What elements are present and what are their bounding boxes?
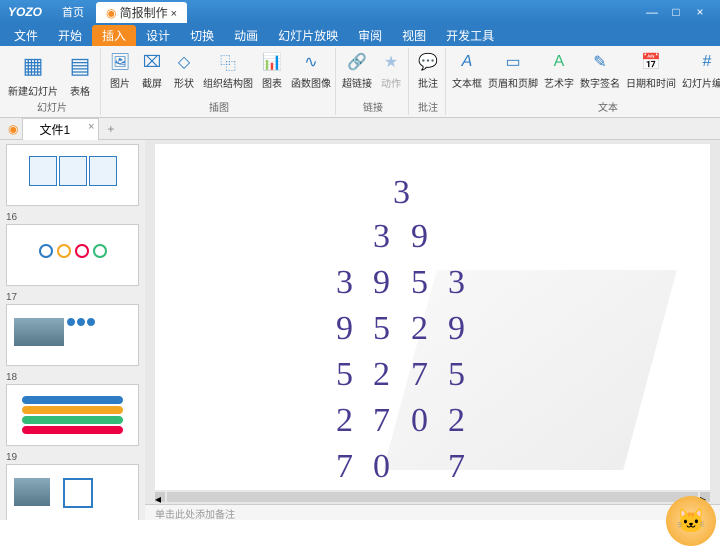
num-col-right: 3 9 5 2 7 0 [448, 260, 465, 490]
slidenum-button[interactable]: #幻灯片编号 [682, 50, 720, 90]
max-button[interactable]: □ [664, 5, 688, 19]
notes-area[interactable]: 单击此处添加备注 [145, 504, 720, 520]
thumb-18[interactable]: 18 [6, 372, 139, 446]
thumb-15[interactable] [6, 144, 139, 206]
menu-file[interactable]: 文件 [4, 25, 48, 46]
table-button[interactable]: ▤表格 [64, 50, 96, 98]
title-tab-doc[interactable]: ◉ 简报制作 × [96, 2, 187, 23]
thumb-17[interactable]: 17 [6, 292, 139, 366]
thumb-19[interactable]: 19 [6, 452, 139, 520]
title-bar: YOZO 首页 ◉ 简报制作 × — □ × [0, 0, 720, 24]
slide-area: 3 3 9 5 2 7 0 3 9 5 2 7 0 9 5 2 7 0 3 9 … [145, 140, 720, 520]
doc-tab[interactable]: 文件1 [22, 118, 99, 140]
thumbnail-panel[interactable]: 16 17 18 19 203 9 3 9 5 3 9 5 2 9 5 2 7 … [0, 140, 145, 520]
menu-transition[interactable]: 切换 [180, 25, 224, 46]
ribbon-group-comment: 💬批注 批注 [411, 48, 446, 115]
thumb-16[interactable]: 16 [6, 212, 139, 286]
menu-bar: 文件 开始 插入 设计 切换 动画 幻灯片放映 审阅 视图 开发工具 [0, 24, 720, 46]
menu-view[interactable]: 视图 [392, 25, 436, 46]
signature-button[interactable]: ✎数字签名 [580, 50, 620, 90]
mascot-icon[interactable]: 🐱 [666, 496, 716, 546]
min-button[interactable]: — [640, 5, 664, 19]
action-button[interactable]: ★动作 [378, 50, 404, 90]
ribbon-group-text: A文本框 ▭页眉和页脚 A艺术字 ✎数字签名 📅日期和时间 #幻灯片编号 ▣对象… [448, 48, 720, 115]
title-tab-home[interactable]: 首页 [52, 2, 94, 22]
num-col-mid2: 9 5 2 7 0 [411, 214, 428, 444]
ribbon: ▦新建幻灯片 ▤表格 幻灯片 🖼图片 ⌧截屏 ◇形状 ⿻组织结构图 📊图表 ∿函… [0, 46, 720, 118]
ribbon-group-link: 🔗超链接 ★动作 链接 [338, 48, 409, 115]
menu-insert[interactable]: 插入 [92, 25, 136, 46]
menu-review[interactable]: 审阅 [348, 25, 392, 46]
comment-button[interactable]: 💬批注 [415, 50, 441, 90]
hyperlink-button[interactable]: 🔗超链接 [342, 50, 372, 90]
menu-start[interactable]: 开始 [48, 25, 92, 46]
picture-button[interactable]: 🖼图片 [107, 50, 133, 90]
slide-canvas[interactable]: 3 3 9 5 2 7 0 3 9 5 2 7 0 9 5 2 7 0 3 9 … [155, 144, 710, 490]
menu-slideshow[interactable]: 幻灯片放映 [268, 25, 348, 46]
screenshot-button[interactable]: ⌧截屏 [139, 50, 165, 90]
menu-animation[interactable]: 动画 [224, 25, 268, 46]
ribbon-group-slide: ▦新建幻灯片 ▤表格 幻灯片 [4, 48, 101, 115]
num-col-left: 3 9 5 2 7 0 [336, 260, 353, 490]
num-col-mid1: 3 9 5 2 7 0 [373, 214, 390, 490]
menu-design[interactable]: 设计 [136, 25, 180, 46]
h-scrollbar[interactable]: ◂▸ [155, 492, 710, 502]
add-tab-button[interactable]: + [99, 120, 122, 138]
app-logo: YOZO [8, 5, 42, 19]
textbox-button[interactable]: A文本框 [452, 50, 482, 90]
datetime-button[interactable]: 📅日期和时间 [626, 50, 676, 90]
ribbon-group-illustration: 🖼图片 ⌧截屏 ◇形状 ⿻组织结构图 📊图表 ∿函数图像 插图 [103, 48, 336, 115]
wordart-button[interactable]: A艺术字 [544, 50, 574, 90]
menu-dev[interactable]: 开发工具 [436, 25, 504, 46]
header-footer-button[interactable]: ▭页眉和页脚 [488, 50, 538, 90]
chart-button[interactable]: 📊图表 [259, 50, 285, 90]
document-tabs: ◉ 文件1 + [0, 118, 720, 140]
shapes-button[interactable]: ◇形状 [171, 50, 197, 90]
num-top: 3 [393, 170, 410, 216]
close-button[interactable]: × [688, 5, 712, 19]
new-slide-button[interactable]: ▦新建幻灯片 [8, 50, 58, 98]
orgchart-button[interactable]: ⿻组织结构图 [203, 50, 253, 90]
workspace: 16 17 18 19 203 9 3 9 5 3 9 5 2 9 5 2 7 … [0, 140, 720, 520]
function-button[interactable]: ∿函数图像 [291, 50, 331, 90]
